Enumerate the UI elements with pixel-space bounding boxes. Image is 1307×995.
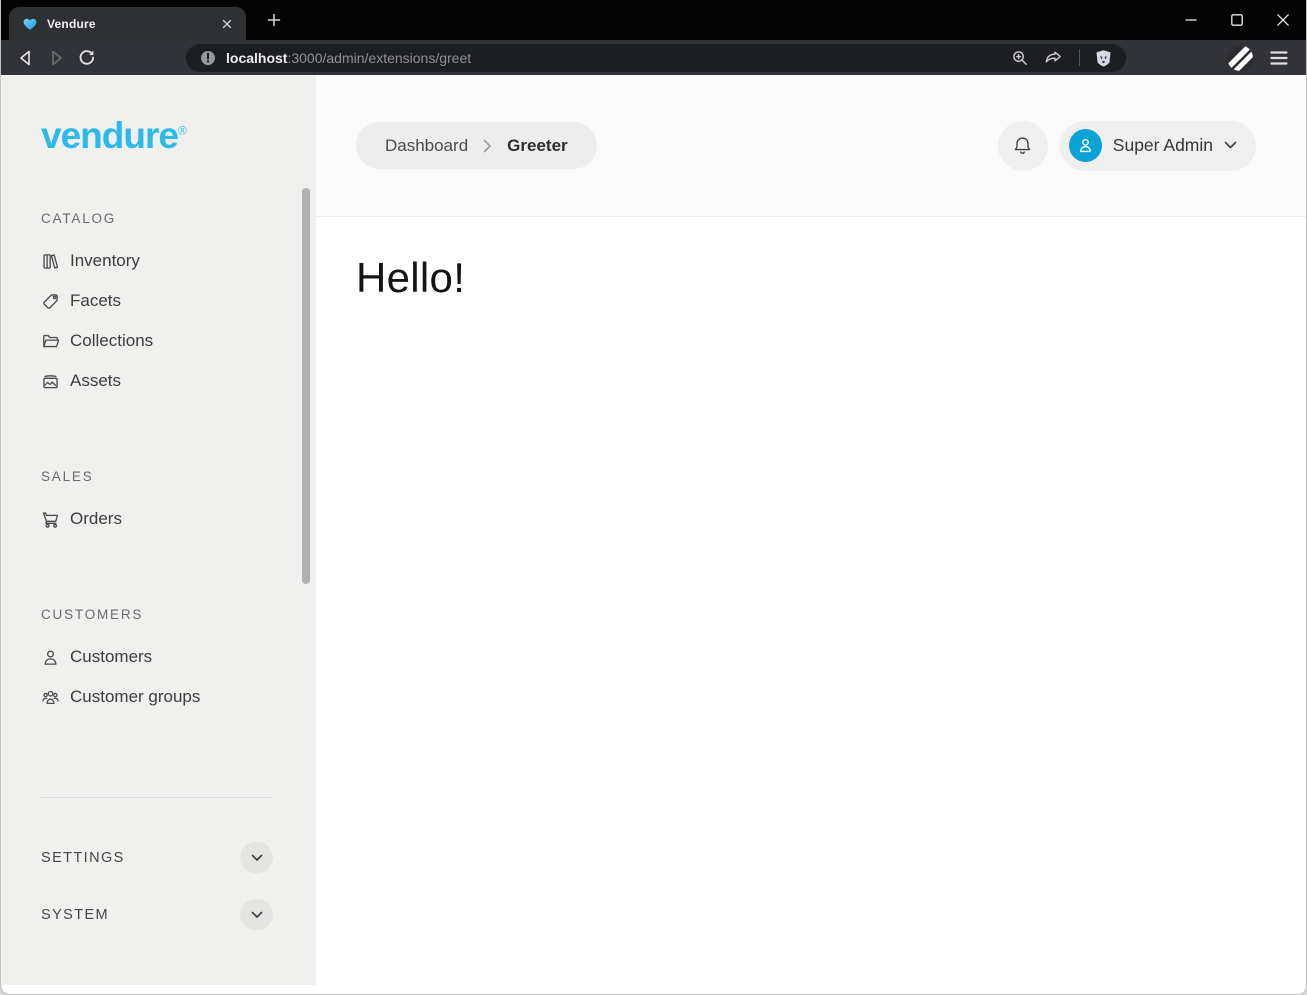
nav-section-catalog: CATALOG <box>41 211 316 226</box>
sidebar-section-settings[interactable]: SETTINGS <box>41 842 273 873</box>
back-button[interactable] <box>11 44 41 72</box>
browser-profile-avatar[interactable] <box>1227 45 1253 71</box>
system-expand-button[interactable] <box>240 899 273 930</box>
share-icon[interactable] <box>1044 49 1064 67</box>
address-bar[interactable]: localhost:3000/admin/extensions/greet <box>186 44 1126 72</box>
breadcrumb-chevron-icon <box>483 139 492 153</box>
vendure-logo: vendure® <box>41 117 316 154</box>
tab-close-icon[interactable] <box>216 13 238 35</box>
main-area: Dashboard Greeter <box>316 75 1306 995</box>
zoom-icon[interactable] <box>1011 49 1029 67</box>
notifications-button[interactable] <box>998 121 1048 171</box>
sidebar-nav: CATALOG Inventory <box>41 211 316 717</box>
sidebar-item-orders[interactable]: Orders <box>41 499 316 539</box>
breadcrumb-current: Greeter <box>507 136 567 156</box>
sidebar: vendure® CATALOG Inventory <box>1 75 316 985</box>
browser-tab[interactable]: Vendure <box>9 7 246 40</box>
browser-titlebar: Vendure <box>1 0 1306 40</box>
toolbar-divider <box>1079 49 1080 66</box>
settings-expand-button[interactable] <box>240 842 273 873</box>
sidebar-item-label: Facets <box>70 291 121 311</box>
window-minimize-button[interactable] <box>1168 0 1214 40</box>
site-info-icon[interactable] <box>200 50 216 66</box>
sidebar-scrollbar[interactable] <box>302 188 310 584</box>
sidebar-item-label: Customers <box>70 647 152 667</box>
sidebar-item-facets[interactable]: Facets <box>41 281 316 321</box>
vendure-admin-app: vendure® CATALOG Inventory <box>1 75 1306 995</box>
sidebar-item-label: Collections <box>70 331 153 351</box>
url-path: :3000/admin/extensions/greet <box>287 50 471 66</box>
user-name: Super Admin <box>1113 135 1213 156</box>
sidebar-item-customer-groups[interactable]: Customer groups <box>41 677 316 717</box>
window-close-button[interactable] <box>1260 0 1306 40</box>
sidebar-item-label: Inventory <box>70 251 140 271</box>
settings-label: SETTINGS <box>41 850 125 866</box>
sidebar-item-inventory[interactable]: Inventory <box>41 241 316 281</box>
inventory-icon <box>41 252 60 271</box>
customers-icon <box>41 648 60 667</box>
system-label: SYSTEM <box>41 907 109 923</box>
user-menu[interactable]: Super Admin <box>1060 121 1256 171</box>
url-text: localhost:3000/admin/extensions/greet <box>226 50 471 66</box>
nav-section-sales: SALES <box>41 469 316 484</box>
vendure-favicon-icon <box>22 16 38 32</box>
window-maximize-button[interactable] <box>1214 0 1260 40</box>
forward-button[interactable] <box>41 44 71 72</box>
nav-section-customers: CUSTOMERS <box>41 607 316 622</box>
customer-groups-icon <box>41 688 60 707</box>
window-controls <box>1168 0 1306 40</box>
sidebar-item-label: Orders <box>70 509 122 529</box>
sidebar-item-label: Customer groups <box>70 687 200 707</box>
reload-button[interactable] <box>71 44 101 72</box>
header-actions: Super Admin <box>998 121 1256 171</box>
user-menu-chevron-icon <box>1224 141 1237 150</box>
breadcrumb-dashboard-link[interactable]: Dashboard <box>385 136 468 156</box>
collections-icon <box>41 332 60 351</box>
breadcrumb: Dashboard Greeter <box>356 122 597 169</box>
sidebar-item-label: Assets <box>70 371 121 391</box>
assets-icon <box>41 372 60 391</box>
facets-icon <box>41 292 60 311</box>
brave-shield-icon[interactable] <box>1095 49 1112 67</box>
toolbar-right <box>1227 45 1288 71</box>
page-header: Dashboard Greeter <box>316 75 1306 217</box>
browser-window: Vendure <box>0 0 1307 995</box>
sidebar-item-collections[interactable]: Collections <box>41 321 316 361</box>
greeting-heading: Hello! <box>356 254 1266 302</box>
sidebar-divider <box>41 797 273 798</box>
bell-icon <box>1012 135 1033 156</box>
url-host: localhost <box>226 50 287 66</box>
new-tab-button[interactable] <box>259 5 289 35</box>
address-bar-actions <box>1011 49 1112 67</box>
orders-icon <box>41 510 60 529</box>
sidebar-section-system[interactable]: SYSTEM <box>41 899 273 930</box>
browser-toolbar: localhost:3000/admin/extensions/greet <box>1 40 1306 75</box>
tab-title: Vendure <box>47 17 216 31</box>
registered-trademark: ® <box>178 124 187 138</box>
sidebar-item-assets[interactable]: Assets <box>41 361 316 401</box>
browser-menu-icon[interactable] <box>1270 50 1288 66</box>
page-content: Hello! <box>316 217 1306 339</box>
user-avatar <box>1069 129 1102 162</box>
sidebar-item-customers[interactable]: Customers <box>41 637 316 677</box>
